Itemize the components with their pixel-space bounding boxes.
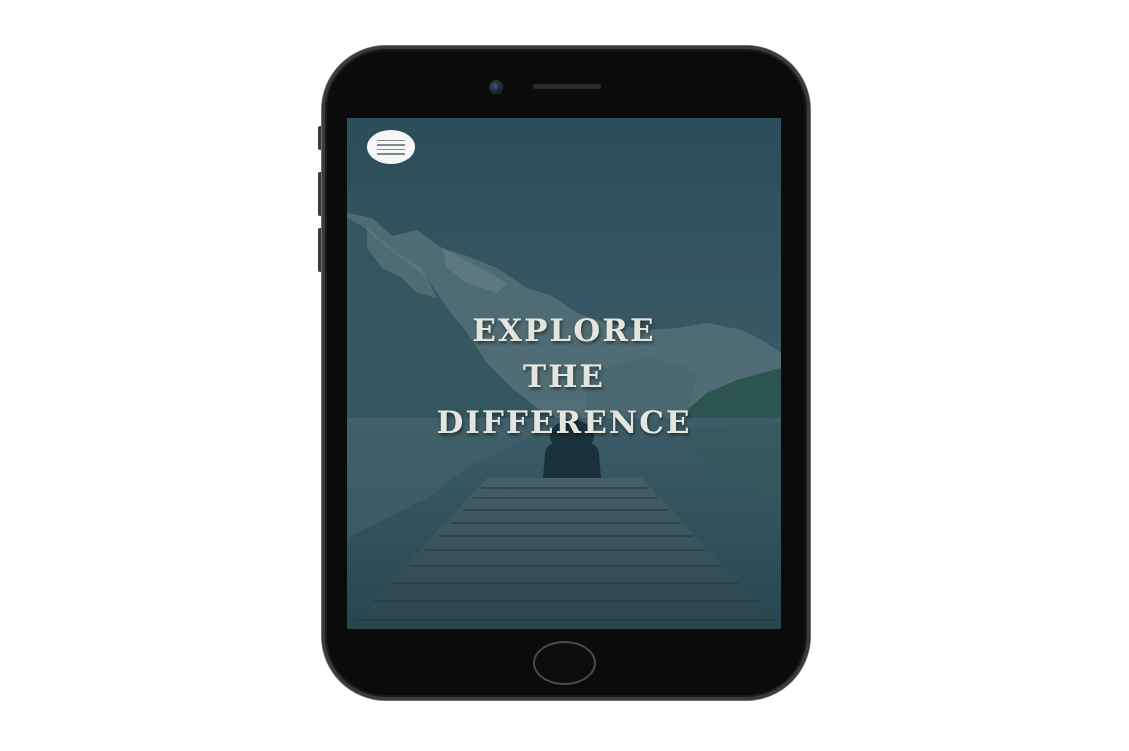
menu-button[interactable] [367,130,415,164]
hero-line-1: EXPLORE [472,313,656,349]
hero-line-2: THE [523,359,605,395]
earpiece-speaker [533,84,601,89]
hamburger-menu-icon-bar [377,148,405,150]
hamburger-menu-icon-bar [377,144,405,146]
stage: EXPLORE THE DIFFERENCE [0,0,1129,751]
phone-screen: EXPLORE THE DIFFERENCE [347,118,781,629]
hero-line-3: DIFFERENCE [436,405,692,441]
hamburger-menu-icon-bar [377,153,405,155]
home-button[interactable] [533,641,596,685]
hero-heading: EXPLORE THE DIFFERENCE [347,308,781,446]
front-camera [489,80,503,94]
hamburger-menu-icon [377,139,405,141]
